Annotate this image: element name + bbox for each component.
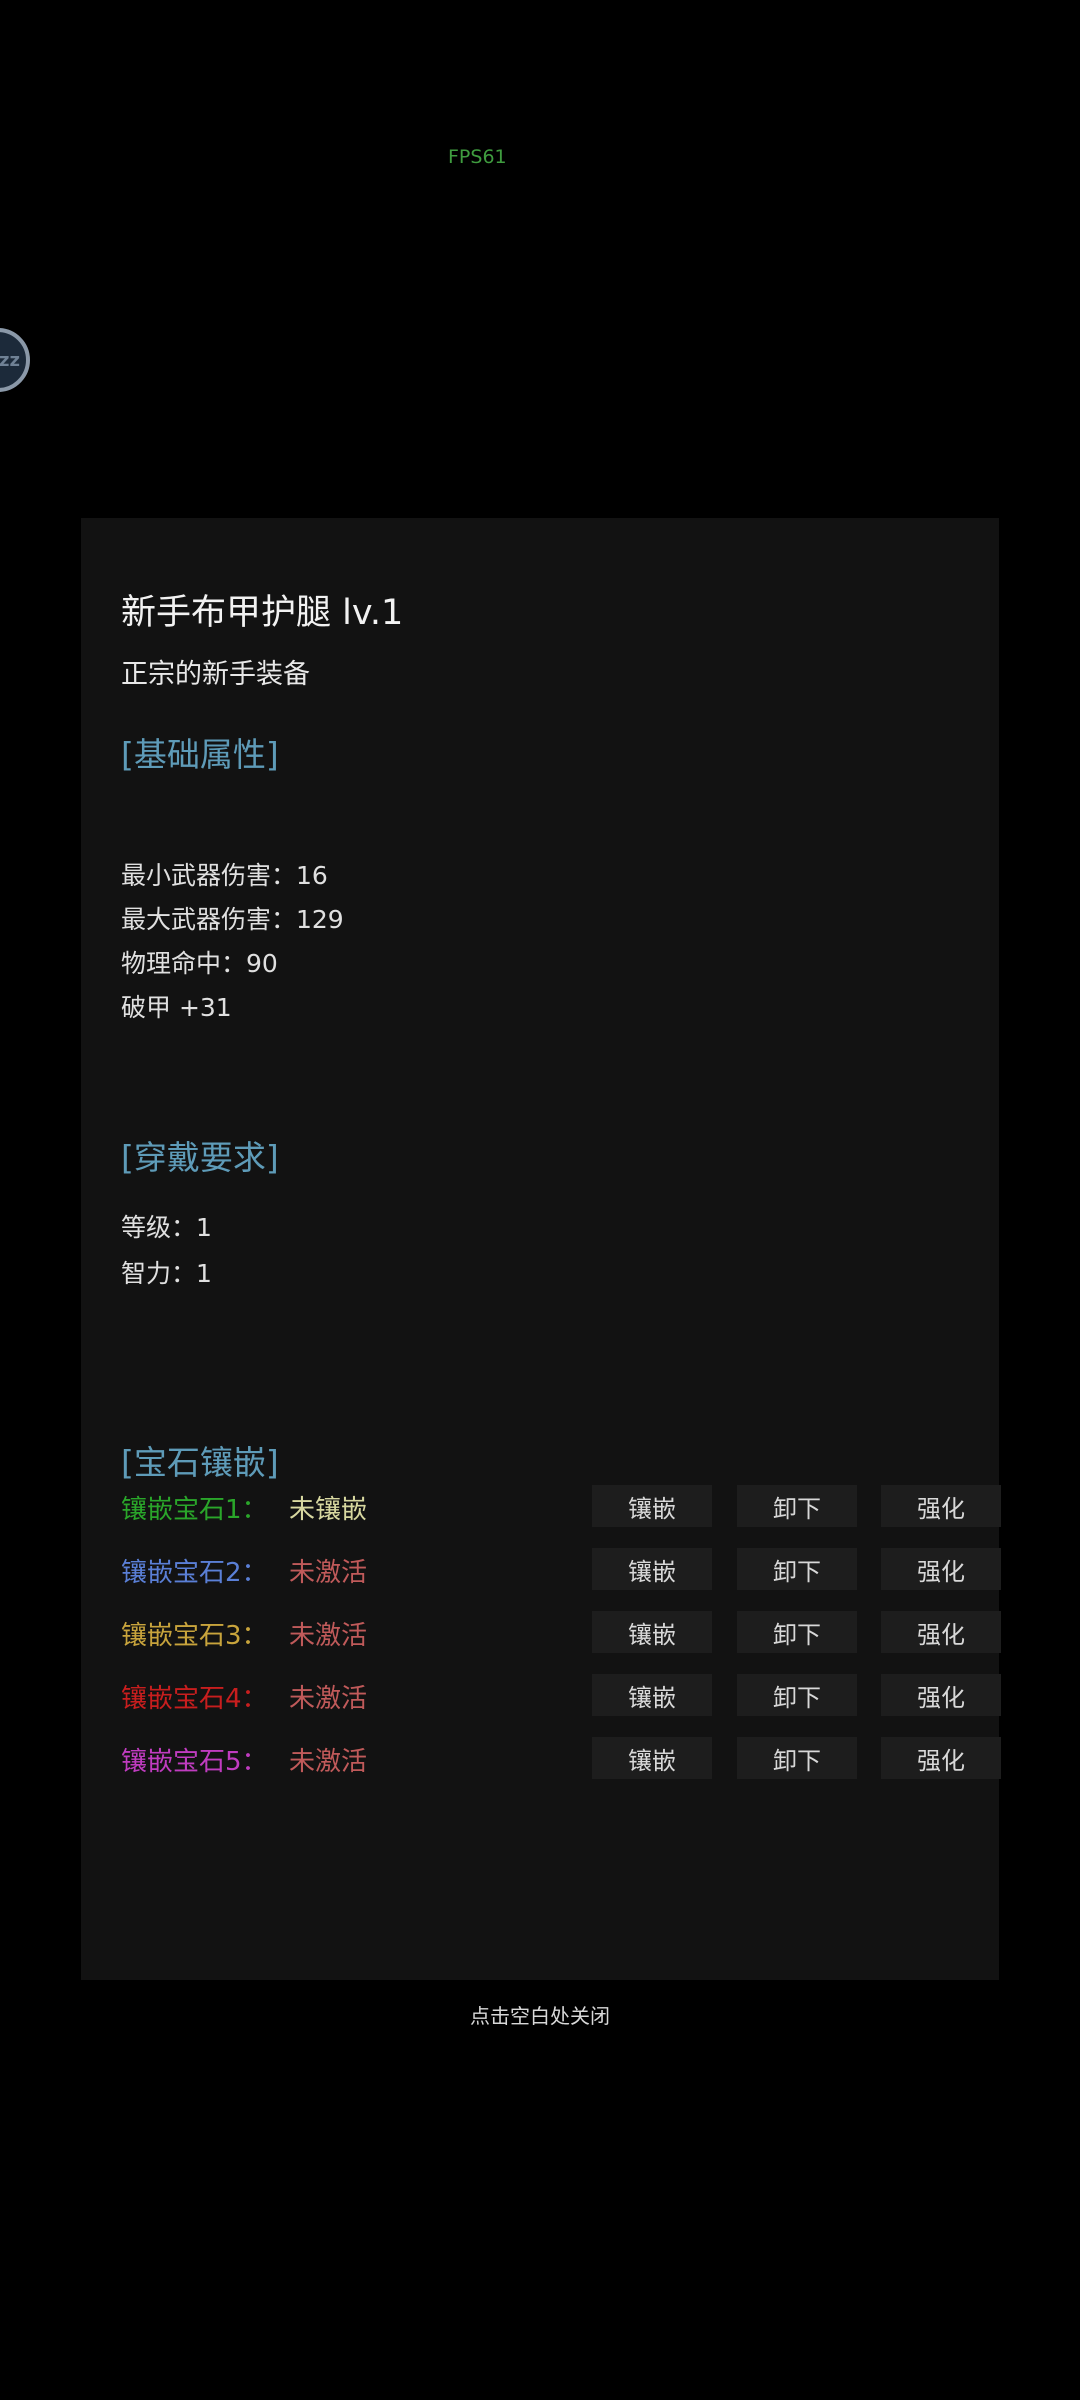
floating-assistant-ball[interactable]: zz <box>0 328 30 392</box>
gem-slot-row: 镶嵌宝石4： 未激活 镶嵌 卸下 强化 <box>121 1674 1001 1716</box>
gem-slot-label: 镶嵌宝石1： <box>121 1495 268 1525</box>
stat-min-weapon-damage: 最小武器伤害：16 <box>121 861 328 890</box>
gem-slot-status: 未激活 <box>289 1558 368 1588</box>
requirement-level: 等级：1 <box>121 1213 212 1242</box>
inlay-button[interactable]: 镶嵌 <box>592 1611 712 1653</box>
remove-button[interactable]: 卸下 <box>737 1737 857 1779</box>
enhance-button[interactable]: 强化 <box>881 1737 1001 1779</box>
requirement-intelligence: 智力：1 <box>121 1259 212 1288</box>
enhance-button[interactable]: 强化 <box>881 1674 1001 1716</box>
remove-button[interactable]: 卸下 <box>737 1485 857 1527</box>
inlay-button[interactable]: 镶嵌 <box>592 1674 712 1716</box>
inlay-button[interactable]: 镶嵌 <box>592 1737 712 1779</box>
remove-button[interactable]: 卸下 <box>737 1674 857 1716</box>
gem-slot-label: 镶嵌宝石3： <box>121 1621 268 1651</box>
gem-slot-row: 镶嵌宝石5： 未激活 镶嵌 卸下 强化 <box>121 1737 1001 1779</box>
gems-heading: [宝石镶嵌] <box>121 1443 279 1482</box>
screen[interactable]: FPS61 zz 新手布甲护腿 lv.1 正宗的新手装备 [基础属性] 最小武器… <box>0 0 1080 2400</box>
enhance-button[interactable]: 强化 <box>881 1485 1001 1527</box>
gem-slot-status: 未激活 <box>289 1684 368 1714</box>
gem-slot-status: 未镶嵌 <box>289 1495 368 1525</box>
inlay-button[interactable]: 镶嵌 <box>592 1548 712 1590</box>
requirements-heading: [穿戴要求] <box>121 1138 279 1177</box>
enhance-button[interactable]: 强化 <box>881 1611 1001 1653</box>
remove-button[interactable]: 卸下 <box>737 1611 857 1653</box>
gem-slot-status: 未激活 <box>289 1621 368 1651</box>
gem-slot-label: 镶嵌宝石5： <box>121 1747 268 1777</box>
gem-slot-row: 镶嵌宝石3： 未激活 镶嵌 卸下 强化 <box>121 1611 1001 1653</box>
gem-slot-label: 镶嵌宝石2： <box>121 1558 268 1588</box>
gem-slot-label: 镶嵌宝石4： <box>121 1684 268 1714</box>
gem-slot-row: 镶嵌宝石1： 未镶嵌 镶嵌 卸下 强化 <box>121 1485 1001 1527</box>
base-attributes-heading: [基础属性] <box>121 735 279 774</box>
close-hint: 点击空白处关闭 <box>470 2004 610 2028</box>
fps-counter: FPS61 <box>448 146 507 168</box>
gem-slot-status: 未激活 <box>289 1747 368 1777</box>
enhance-button[interactable]: 强化 <box>881 1548 1001 1590</box>
equipment-detail-panel: 新手布甲护腿 lv.1 正宗的新手装备 [基础属性] 最小武器伤害：16 最大武… <box>81 518 1001 1980</box>
stat-max-weapon-damage: 最大武器伤害：129 <box>121 905 344 934</box>
stat-physical-hit: 物理命中：90 <box>121 949 278 978</box>
item-description: 正宗的新手装备 <box>121 659 310 690</box>
stat-armor-break: 破甲 +31 <box>121 993 232 1022</box>
item-title: 新手布甲护腿 lv.1 <box>121 593 404 633</box>
inlay-button[interactable]: 镶嵌 <box>592 1485 712 1527</box>
float-ball-label: zz <box>0 349 20 371</box>
remove-button[interactable]: 卸下 <box>737 1548 857 1590</box>
gem-slot-row: 镶嵌宝石2： 未激活 镶嵌 卸下 强化 <box>121 1548 1001 1590</box>
